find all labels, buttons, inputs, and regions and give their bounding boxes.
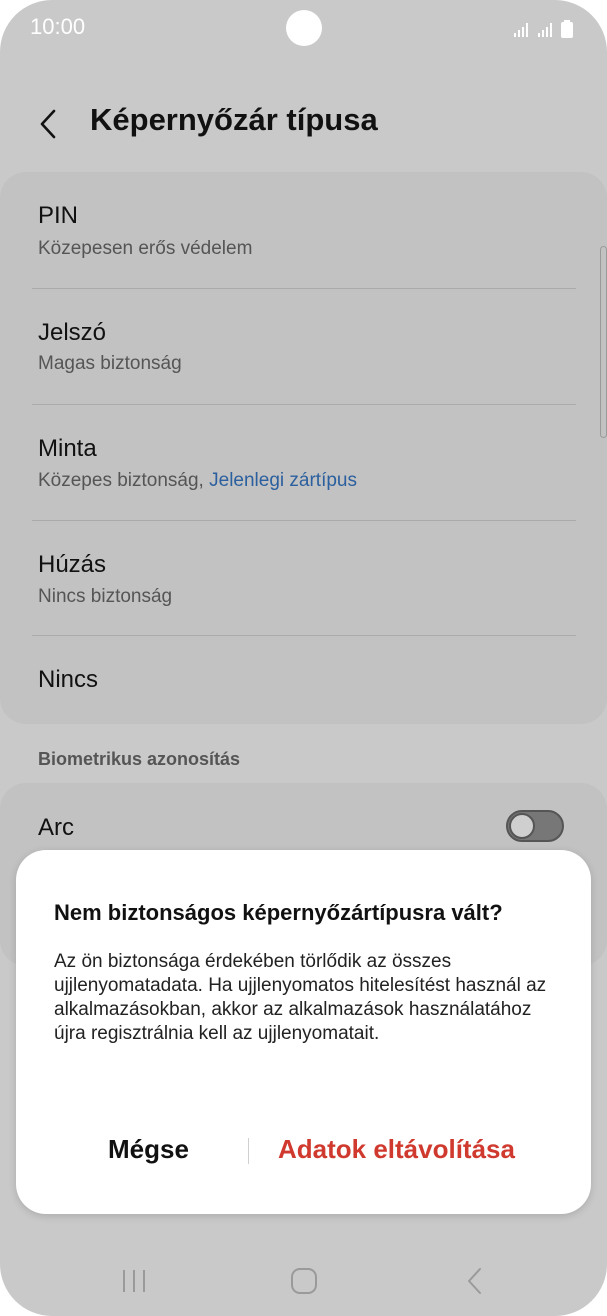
face-recognition-label: Arc <box>38 814 74 841</box>
status-time: 10:00 <box>30 14 86 39</box>
front-camera-cutout <box>286 10 322 46</box>
lock-type-pattern[interactable]: Minta Közepes biztonság, Jelenlegi zártí… <box>38 405 576 520</box>
cancel-button[interactable]: Mégse <box>108 1134 189 1165</box>
status-bar: 10:00 <box>0 0 607 56</box>
phone-screen: 10:00 Képernyőzár típusa PIN Közepesen e… <box>0 0 607 1316</box>
chevron-left-icon <box>40 109 56 139</box>
recents-button[interactable] <box>114 1264 154 1298</box>
app-header: Képernyőzár típusa <box>0 92 607 156</box>
home-icon <box>291 1268 317 1294</box>
lock-type-password[interactable]: Jelszó Magas biztonság <box>38 289 576 404</box>
lock-type-swipe[interactable]: Húzás Nincs biztonság <box>38 521 576 636</box>
signal-icon <box>514 23 528 37</box>
dialog-buttons: Mégse Adatok eltávolítása <box>16 1128 591 1172</box>
lock-type-title: Minta <box>38 435 97 462</box>
nav-back-button[interactable] <box>456 1264 496 1298</box>
lock-type-subtitle: Közepes biztonság, Jelenlegi zártípus <box>38 470 357 492</box>
button-separator <box>248 1138 249 1164</box>
home-button[interactable] <box>284 1264 324 1298</box>
scroll-indicator <box>600 246 607 438</box>
lock-type-title: PIN <box>38 202 79 229</box>
remove-data-button[interactable]: Adatok eltávolítása <box>278 1134 515 1165</box>
battery-icon <box>561 20 573 38</box>
lock-type-title: Jelszó <box>38 319 107 346</box>
navigation-bar <box>0 1250 607 1310</box>
toggle-knob <box>509 813 535 839</box>
lock-type-pin[interactable]: PIN Közepesen erős védelem <box>38 172 576 287</box>
status-icons <box>513 18 573 38</box>
signal-icon-2 <box>538 23 552 37</box>
section-label-biometrics: Biometrikus azonosítás <box>38 749 241 769</box>
nav-back-icon <box>468 1268 481 1294</box>
page-title: Képernyőzár típusa <box>90 102 378 137</box>
lock-type-subtitle: Közepesen erős védelem <box>38 238 253 259</box>
lock-type-subtitle: Nincs biztonság <box>38 586 173 607</box>
dialog-message: Az ön biztonsága érdekében törlődik az ö… <box>54 951 547 1044</box>
lock-type-title: Húzás <box>38 551 107 578</box>
recents-icon <box>123 1270 145 1292</box>
lock-type-subtitle-text: Közepes biztonság, <box>38 470 210 491</box>
dialog-title: Nem biztonságos képernyőzártípusra vált? <box>54 900 503 925</box>
lock-type-none[interactable]: Nincs <box>38 636 576 724</box>
face-recognition-toggle[interactable] <box>506 810 564 842</box>
back-button[interactable] <box>32 106 68 142</box>
confirm-dialog: Nem biztonságos képernyőzártípusra vált?… <box>16 850 591 1214</box>
lock-type-title: Nincs <box>38 666 99 693</box>
lock-type-subtitle: Magas biztonság <box>38 353 182 374</box>
current-lock-type-label: Jelenlegi zártípus <box>209 470 357 491</box>
